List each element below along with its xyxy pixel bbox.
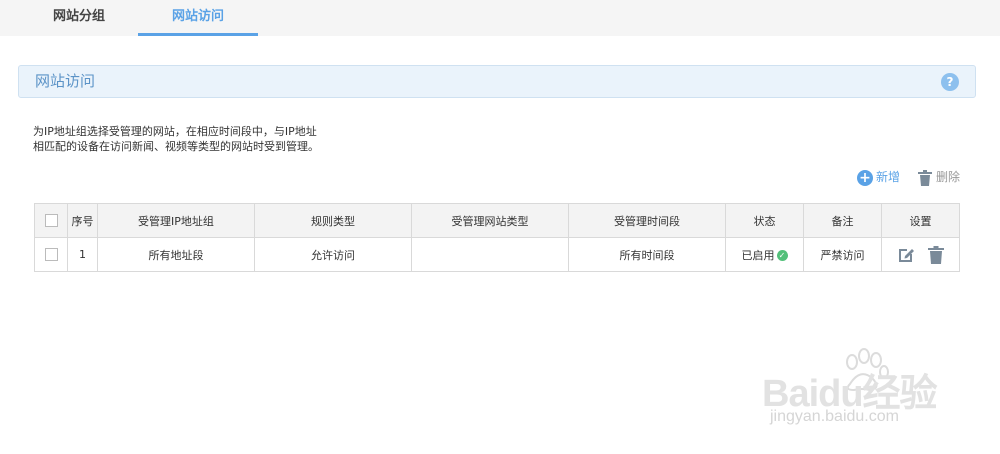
header-settings: 设置 <box>881 203 960 238</box>
edit-icon[interactable] <box>897 246 915 264</box>
check-circle-icon: ✓ <box>776 250 788 261</box>
header-status: 状态 <box>725 203 804 238</box>
access-rules-table: 序号 受管理IP地址组 规则类型 受管理网站类型 受管理时间段 状态 备注 设置… <box>34 203 960 272</box>
row-select-cell <box>34 237 68 272</box>
status-text: 已启用 <box>741 248 775 262</box>
description-line-1: 为IP地址组选择受管理的网站，在相应时间段中，与IP地址 <box>33 125 317 138</box>
header-rule-type: 规则类型 <box>254 203 412 238</box>
row-note: 严禁访问 <box>803 237 882 272</box>
plus-circle-icon: + <box>856 169 873 186</box>
delete-button-label: 删除 <box>935 170 960 184</box>
table-header-row: 序号 受管理IP地址组 规则类型 受管理网站类型 受管理时间段 状态 备注 设置 <box>34 203 960 238</box>
trash-icon <box>917 169 932 186</box>
watermark-url: jingyan.baidu.com <box>770 408 899 425</box>
section-title: 网站访问 <box>35 72 96 90</box>
row-rule-type: 允许访问 <box>254 237 412 272</box>
header-ip-group: 受管理IP地址组 <box>97 203 255 238</box>
description-line-2: 相匹配的设备在访问新闻、视频等类型的网站时受到管理。 <box>33 140 319 153</box>
add-button[interactable]: + 新增 <box>856 167 900 187</box>
help-icon[interactable]: ? <box>941 73 959 91</box>
row-status: 已启用 ✓ <box>725 237 804 272</box>
row-ip-group: 所有地址段 <box>97 237 255 272</box>
tab-bar: 网站分组 网站访问 <box>0 0 1000 36</box>
delete-button[interactable]: 删除 <box>917 167 960 187</box>
header-site-type: 受管理网站类型 <box>411 203 569 238</box>
header-note: 备注 <box>803 203 882 238</box>
row-index: 1 <box>67 237 98 272</box>
trash-icon[interactable] <box>928 245 945 264</box>
row-time-period: 所有时间段 <box>568 237 726 272</box>
row-settings <box>881 237 960 272</box>
baidu-watermark: Baidu经验 jingyan.baidu.com <box>762 346 972 436</box>
row-site-type <box>411 237 569 272</box>
header-time-period: 受管理时间段 <box>568 203 726 238</box>
tab-website-group[interactable]: 网站分组 <box>20 0 138 36</box>
table-actions: + 新增 删除 <box>810 167 960 187</box>
description: 为IP地址组选择受管理的网站，在相应时间段中，与IP地址 相匹配的设备在访问新闻… <box>33 124 453 154</box>
select-all-cell <box>34 203 68 238</box>
select-all-checkbox[interactable] <box>44 214 58 228</box>
header-index: 序号 <box>67 203 98 238</box>
tab-website-access[interactable]: 网站访问 <box>138 0 258 36</box>
section-header: 网站访问 ? <box>18 65 976 98</box>
row-checkbox[interactable] <box>44 248 58 262</box>
add-button-label: 新增 <box>875 170 900 184</box>
table-row: 1 所有地址段 允许访问 所有时间段 已启用 ✓ 严禁访问 <box>34 237 960 272</box>
